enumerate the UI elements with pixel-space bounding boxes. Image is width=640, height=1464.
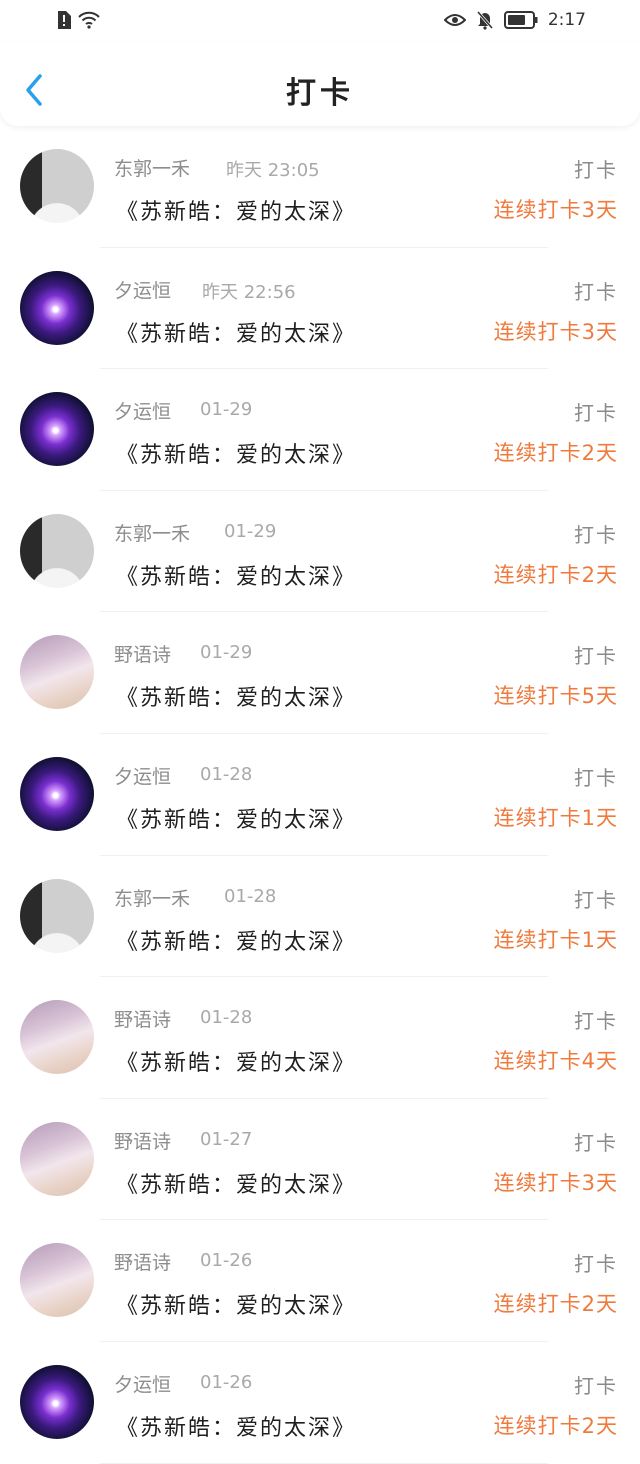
list-item[interactable]: 东郭一禾 01-28 《苏新皓：爱的太深》 打卡 连续打卡1天 xyxy=(0,856,640,978)
status-time: 2:17 xyxy=(547,10,586,30)
user-name: 野语诗 xyxy=(114,644,172,667)
list-item[interactable]: 野语诗 01-29 《苏新皓：爱的太深》 打卡 连续打卡5天 xyxy=(0,612,640,734)
list-item[interactable]: 夕运恒 01-26 《苏新皓：爱的太深》 打卡 连续打卡2天 xyxy=(0,1342,640,1464)
list-item[interactable]: 夕运恒 昨天 22:56 《苏新皓：爱的太深》 打卡 连续打卡3天 xyxy=(0,248,640,370)
checkin-list: 东郭一禾 昨天 23:05 《苏新皓：爱的太深》 打卡 连续打卡3天 夕运恒 昨… xyxy=(0,126,640,1464)
avatar[interactable] xyxy=(20,878,94,953)
header: 打卡 xyxy=(0,42,640,126)
user-name: 夕运恒 xyxy=(114,401,172,424)
checkin-time: 01-29 xyxy=(224,520,277,542)
avatar[interactable] xyxy=(20,149,94,223)
avatar[interactable] xyxy=(20,1364,94,1439)
streak-label: 连续打卡3天 xyxy=(493,1170,618,1195)
song-title: 《苏新皓：爱的太深》 xyxy=(116,929,357,955)
song-title: 《苏新皓：爱的太深》 xyxy=(116,686,357,712)
user-name: 野语诗 xyxy=(114,1252,172,1275)
streak-label: 连续打卡5天 xyxy=(493,684,618,709)
song-title: 《苏新皓：爱的太深》 xyxy=(116,1294,357,1320)
song-title: 《苏新皓：爱的太深》 xyxy=(116,200,357,225)
user-name: 东郭一禾 xyxy=(114,887,191,910)
checkin-tag: 打卡 xyxy=(574,1009,618,1034)
list-item[interactable]: 夕运恒 01-29 《苏新皓：爱的太深》 打卡 连续打卡2天 xyxy=(0,369,640,491)
checkin-tag: 打卡 xyxy=(574,1130,618,1155)
avatar[interactable] xyxy=(20,392,94,467)
streak-label: 连续打卡2天 xyxy=(493,441,618,466)
user-name: 夕运恒 xyxy=(114,279,172,302)
avatar[interactable] xyxy=(20,635,94,710)
song-title: 《苏新皓：爱的太深》 xyxy=(116,1051,357,1077)
song-title: 《苏新皓：爱的太深》 xyxy=(116,807,357,833)
checkin-time: 01-26 xyxy=(200,1371,253,1393)
checkin-tag: 打卡 xyxy=(574,158,618,182)
checkin-tag: 打卡 xyxy=(574,765,618,790)
checkin-tag: 打卡 xyxy=(574,1252,618,1277)
avatar[interactable] xyxy=(20,1000,94,1075)
status-bar: 2:17 xyxy=(0,0,640,42)
eye-icon xyxy=(443,14,466,26)
checkin-tag: 打卡 xyxy=(574,522,618,547)
sim-alert-icon xyxy=(58,11,71,29)
user-name: 东郭一禾 xyxy=(114,158,191,180)
checkin-time: 01-28 xyxy=(224,885,277,907)
status-right-icons: 2:17 xyxy=(443,10,586,30)
user-name: 东郭一禾 xyxy=(114,522,191,545)
checkin-time: 昨天 22:56 xyxy=(202,281,296,303)
user-name: 夕运恒 xyxy=(114,765,172,788)
song-title: 《苏新皓：爱的太深》 xyxy=(116,1415,357,1441)
checkin-time: 01-28 xyxy=(200,763,253,785)
avatar[interactable] xyxy=(20,1121,94,1196)
user-name: 野语诗 xyxy=(114,1130,172,1153)
checkin-tag: 打卡 xyxy=(574,887,618,912)
streak-label: 连续打卡2天 xyxy=(493,562,618,587)
avatar[interactable] xyxy=(20,270,94,345)
avatar[interactable] xyxy=(20,756,94,831)
avatar[interactable] xyxy=(20,513,94,588)
checkin-tag: 打卡 xyxy=(574,279,618,304)
user-name: 夕运恒 xyxy=(114,1373,172,1396)
song-title: 《苏新皓：爱的太深》 xyxy=(116,321,357,347)
battery-icon xyxy=(503,11,538,29)
checkin-time: 01-26 xyxy=(200,1250,253,1272)
checkin-time: 01-29 xyxy=(200,399,253,421)
streak-label: 连续打卡3天 xyxy=(493,198,618,222)
streak-label: 连续打卡4天 xyxy=(493,1049,618,1074)
song-title: 《苏新皓：爱的太深》 xyxy=(116,564,357,590)
song-title: 《苏新皓：爱的太深》 xyxy=(116,443,357,469)
wifi-icon xyxy=(78,11,100,29)
streak-label: 连续打卡2天 xyxy=(493,1292,618,1317)
mute-bell-icon xyxy=(476,11,493,30)
user-name: 野语诗 xyxy=(114,1009,172,1032)
list-item[interactable]: 野语诗 01-26 《苏新皓：爱的太深》 打卡 连续打卡2天 xyxy=(0,1220,640,1342)
avatar[interactable] xyxy=(20,1243,94,1318)
list-item[interactable]: 东郭一禾 01-29 《苏新皓：爱的太深》 打卡 连续打卡2天 xyxy=(0,491,640,613)
list-item[interactable]: 野语诗 01-28 《苏新皓：爱的太深》 打卡 连续打卡4天 xyxy=(0,977,640,1099)
list-item[interactable]: 野语诗 01-27 《苏新皓：爱的太深》 打卡 连续打卡3天 xyxy=(0,1099,640,1221)
checkin-time: 01-28 xyxy=(200,1007,253,1029)
status-left-icons xyxy=(56,10,100,30)
streak-label: 连续打卡3天 xyxy=(493,319,618,344)
song-title: 《苏新皓：爱的太深》 xyxy=(116,1172,357,1198)
streak-label: 连续打卡2天 xyxy=(493,1413,618,1438)
streak-label: 连续打卡1天 xyxy=(493,805,618,830)
checkin-time: 昨天 23:05 xyxy=(226,160,320,181)
checkin-time: 01-27 xyxy=(200,1128,253,1150)
page-title: 打卡 xyxy=(286,76,354,111)
list-item[interactable]: 夕运恒 01-28 《苏新皓：爱的太深》 打卡 连续打卡1天 xyxy=(0,734,640,856)
checkin-tag: 打卡 xyxy=(574,401,618,426)
list-item[interactable]: 东郭一禾 昨天 23:05 《苏新皓：爱的太深》 打卡 连续打卡3天 xyxy=(0,126,640,248)
checkin-tag: 打卡 xyxy=(574,644,618,669)
checkin-time: 01-29 xyxy=(200,642,253,664)
checkin-tag: 打卡 xyxy=(574,1373,618,1398)
streak-label: 连续打卡1天 xyxy=(493,927,618,952)
